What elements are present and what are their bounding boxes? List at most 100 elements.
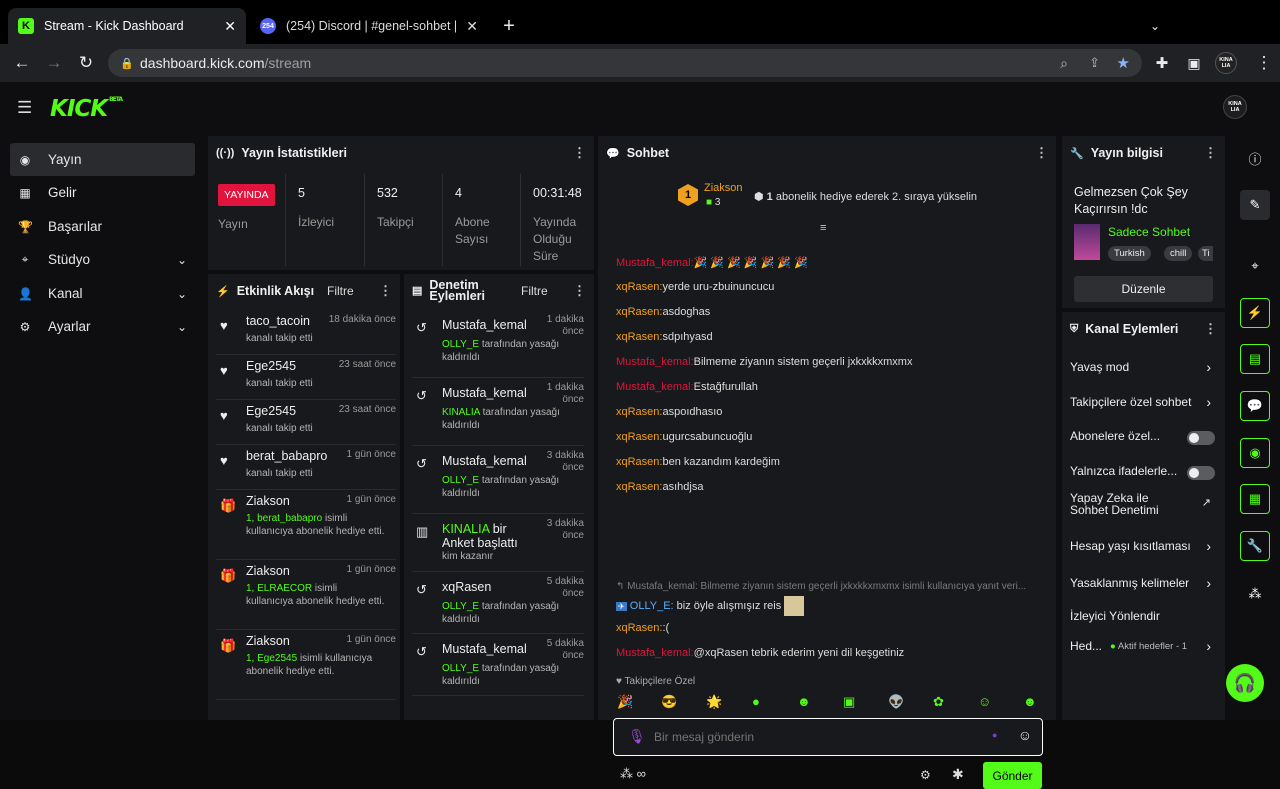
pencil-icon[interactable]: ✎ xyxy=(1240,190,1270,220)
sidebar-item-yayin[interactable]: ◉ Yayın xyxy=(10,143,195,176)
profile-avatar[interactable]: KINA LIA xyxy=(1215,52,1237,74)
channel-action-item[interactable]: Yapay Zeka ile Sohbet Denetimi ↗ xyxy=(1062,492,1225,518)
reload-icon[interactable]: ↻ xyxy=(74,51,98,75)
new-tab-button[interactable]: + xyxy=(497,14,521,38)
back-icon[interactable]: ← xyxy=(10,51,34,75)
moderation-user[interactable]: Mustafa_kemal xyxy=(442,318,532,332)
top-gifter-name[interactable]: Ziakson xyxy=(704,182,743,194)
channel-action-item[interactable]: Yalnızca ifadelerle... xyxy=(1062,460,1225,486)
sidebar-item-kanal[interactable]: 👤 Kanal ⌄ xyxy=(10,277,195,310)
moderation-user[interactable]: Mustafa_kemal xyxy=(442,454,532,468)
kebab-menu-icon[interactable]: ⋮ xyxy=(573,145,586,161)
filter-button[interactable]: Filtre xyxy=(327,284,354,298)
activity-user[interactable]: Ziakson xyxy=(246,494,290,508)
sidebar-item-studyo[interactable]: ⌖ Stüdyo ⌄ xyxy=(10,243,195,276)
activity-user[interactable]: Ziakson xyxy=(246,564,290,578)
chat-user-name[interactable]: xqRasen xyxy=(616,622,659,634)
sidebar-item-ayarlar[interactable]: ⚙ Ayarlar ⌄ xyxy=(10,310,195,343)
emote-icon[interactable]: ● xyxy=(752,694,760,709)
moderation-user[interactable]: KINALIA bir Anket başlattı xyxy=(442,522,532,550)
emote-icon[interactable]: ▣ xyxy=(843,694,855,710)
tab-discord[interactable]: 254 (254) Discord | #genel-sohbet | Ki ✕ xyxy=(250,8,488,44)
browser-menu-icon[interactable]: ⋮ xyxy=(1252,51,1276,75)
emote-icon[interactable]: ✿ xyxy=(933,694,944,710)
emote-icon[interactable]: 🎉 xyxy=(617,694,633,710)
apps-icon[interactable]: ⁂ xyxy=(1240,579,1270,609)
channel-action-item[interactable]: Hed... ● Aktif hedefler - 1 › xyxy=(1062,635,1225,661)
close-tab-icon[interactable]: ✕ xyxy=(466,18,478,35)
emote-icon[interactable]: ☻ xyxy=(1023,694,1037,709)
edit-info-button[interactable]: Düzenle xyxy=(1074,276,1213,302)
hamburger-menu-icon[interactable]: ☰ xyxy=(17,98,32,118)
chat-input-box[interactable]: 🎙 ● ☺ xyxy=(613,718,1043,756)
document-icon[interactable]: ▤ xyxy=(1240,344,1270,374)
emoji-picker-icon[interactable]: ☺ xyxy=(1018,727,1032,743)
emote-icon[interactable]: ☻ xyxy=(797,694,811,709)
chat-bubble-icon[interactable]: 💬 xyxy=(1240,391,1270,421)
channel-action-item[interactable]: Yavaş mod › xyxy=(1062,356,1225,382)
zoom-icon[interactable]: ⌕ xyxy=(1060,55,1068,72)
layout-icon[interactable]: ▦ xyxy=(1240,484,1270,514)
channel-action-item[interactable]: Abonelere özel... xyxy=(1062,425,1225,451)
sidebar-item-basarilar[interactable]: 🏆 Başarılar xyxy=(10,210,195,243)
lightning-icon[interactable]: ⚡ xyxy=(1240,298,1270,328)
puzzle-icon[interactable]: ✱ xyxy=(952,766,964,783)
channel-action-item[interactable]: Takipçilere özel sohbet › xyxy=(1062,391,1225,417)
wrench-icon[interactable]: 🔧 xyxy=(1240,531,1270,561)
tab-kick-dashboard[interactable]: K Stream - Kick Dashboard ✕ xyxy=(8,8,246,44)
kebab-menu-icon[interactable]: ⋮ xyxy=(379,283,392,299)
broadcast-icon[interactable]: ◉ xyxy=(1240,438,1270,468)
kebab-menu-icon[interactable]: ⋮ xyxy=(1204,321,1217,337)
chat-user[interactable]: ✈ OLLY_E: xyxy=(616,600,674,612)
kebab-menu-icon[interactable]: ⋮ xyxy=(1035,145,1048,161)
close-tab-icon[interactable]: ✕ xyxy=(224,18,236,35)
sidebar-item-gelir[interactable]: ▦ Gelir xyxy=(10,176,195,209)
pinned-collapse-icon[interactable]: ≡ xyxy=(820,222,826,234)
forward-icon[interactable]: → xyxy=(42,51,66,75)
share-icon[interactable]: ⇪ xyxy=(1089,55,1100,71)
kebab-menu-icon[interactable]: ⋮ xyxy=(1204,145,1217,161)
activity-user[interactable]: Ege2545 xyxy=(246,404,296,418)
send-button[interactable]: Gönder xyxy=(983,762,1042,789)
toggle-switch[interactable] xyxy=(1187,431,1215,445)
bookmark-star-icon[interactable]: ★ xyxy=(1117,54,1130,72)
info-icon[interactable]: ⓘ xyxy=(1240,143,1270,173)
chat-user-name[interactable]: xqRasen xyxy=(616,331,659,343)
chat-message-input[interactable] xyxy=(654,727,974,747)
filter-button[interactable]: Filtre xyxy=(521,284,548,298)
chat-user-name[interactable]: xqRasen xyxy=(616,481,659,493)
activity-user[interactable]: Ege2545 xyxy=(246,359,296,373)
activity-user[interactable]: berat_babapro xyxy=(246,449,327,463)
user-avatar[interactable]: KINA LIA xyxy=(1223,95,1247,119)
emote-icon[interactable]: 👽 xyxy=(888,694,904,710)
microphone-icon[interactable]: 🎙 xyxy=(628,728,646,745)
moderation-user[interactable]: Mustafa_kemal xyxy=(442,642,532,656)
chat-user-name[interactable]: xqRasen xyxy=(616,281,659,293)
activity-user[interactable]: Ziakson xyxy=(246,634,290,648)
studio-icon[interactable]: ⌖ xyxy=(1240,251,1270,281)
chat-user-name[interactable]: xqRasen xyxy=(616,431,659,443)
emote-icon[interactable]: 😎 xyxy=(661,694,677,710)
side-panel-icon[interactable]: ▣ xyxy=(1182,51,1206,75)
channel-action-item[interactable]: Hesap yaşı kısıtlaması › xyxy=(1062,535,1225,561)
chat-user-name[interactable]: xqRasen xyxy=(616,306,659,318)
stream-category[interactable]: Sadece Sohbet xyxy=(1108,225,1190,239)
chat-user-name[interactable]: Mustafa_kemal xyxy=(616,381,691,393)
channel-action-item[interactable]: İzleyici Yönlendir xyxy=(1062,605,1225,631)
support-headset-icon[interactable]: 🎧 xyxy=(1226,664,1264,702)
extensions-icon[interactable]: ✚ xyxy=(1150,51,1174,75)
emote-icon[interactable]: ☺ xyxy=(978,694,991,709)
chat-user-name[interactable]: Mustafa_kemal xyxy=(616,257,691,269)
moderation-user[interactable]: xqRasen xyxy=(442,580,532,594)
chat-user-name[interactable]: Mustafa_kemal xyxy=(616,356,691,368)
chat-settings-gear-icon[interactable]: ⚙ xyxy=(920,768,931,782)
tab-search-chevron-icon[interactable]: ⌄ xyxy=(1143,14,1167,38)
points-icon[interactable]: ⁂ ∞ xyxy=(620,766,646,782)
chat-user-name[interactable]: xqRasen xyxy=(616,406,659,418)
kick-logo[interactable]: KICK BETA xyxy=(50,96,123,122)
moderation-user[interactable]: Mustafa_kemal xyxy=(442,386,532,400)
toggle-switch[interactable] xyxy=(1187,466,1215,480)
kebab-menu-icon[interactable]: ⋮ xyxy=(573,283,586,299)
address-bar[interactable]: 🔒 dashboard.kick.com/stream ⌕ ⇪ ★ xyxy=(108,49,1142,77)
chat-user-name[interactable]: xqRasen xyxy=(616,456,659,468)
